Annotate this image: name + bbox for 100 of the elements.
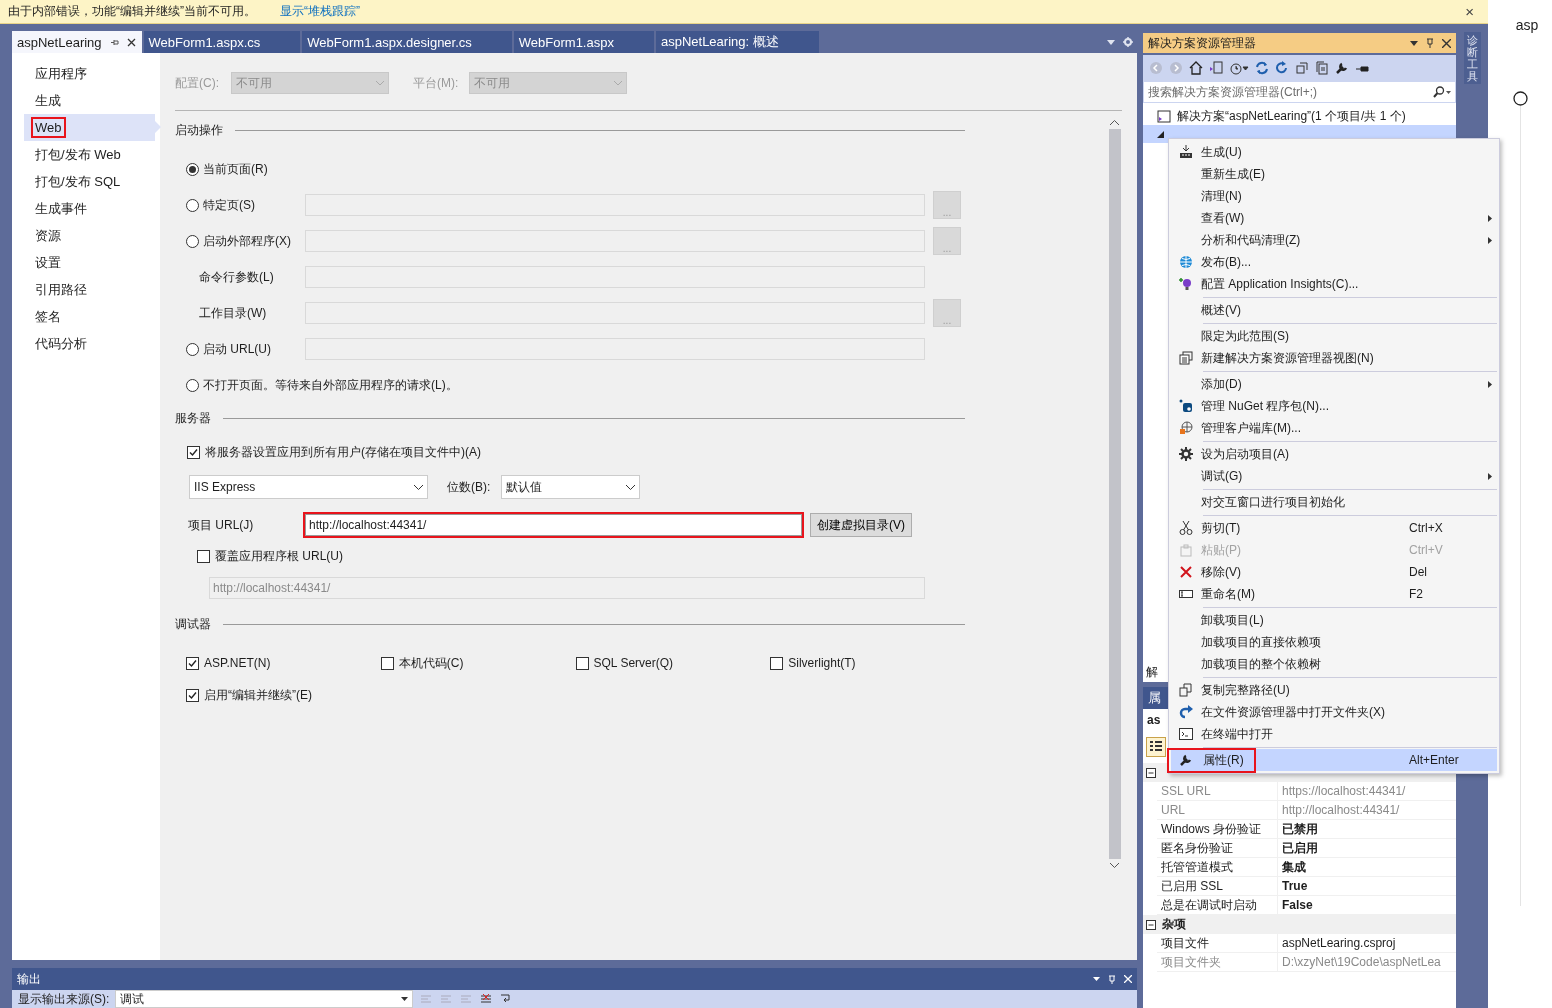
menu-item[interactable]: 管理 NuGet 程序包(N)... (1171, 395, 1497, 417)
menu-item[interactable]: 限定为此范围(S) (1171, 325, 1497, 347)
menu-item[interactable]: 配置 Application Insights(C)... (1171, 273, 1497, 295)
document-tab[interactable]: aspNetLearing (12, 31, 142, 53)
close-icon[interactable] (1442, 38, 1451, 48)
wrench-icon (1179, 753, 1193, 767)
menu-item[interactable]: 新建解决方案资源管理器视图(N) (1171, 347, 1497, 369)
menu-item[interactable]: 查看(W) (1171, 207, 1497, 229)
menu-item[interactable]: 在终端中打开 (1171, 723, 1497, 745)
nav-item[interactable]: 签名 (24, 303, 155, 330)
property-value[interactable]: 已启用 (1278, 839, 1456, 857)
menu-item[interactable]: 卸载项目(L) (1171, 609, 1497, 631)
create-directory-button[interactable]: 创建虚拟目录(V) (810, 513, 912, 537)
document-tab[interactable]: WebForm1.aspx (513, 31, 654, 53)
dropdown[interactable]: 调试 (115, 990, 414, 1008)
switch-views-icon[interactable] (1209, 61, 1223, 75)
property-value[interactable]: https://localhost:44341/ (1278, 782, 1456, 800)
pin-icon[interactable] (1426, 38, 1434, 48)
nav-item[interactable]: 应用程序 (24, 60, 155, 87)
radio-button[interactable] (186, 378, 199, 392)
property-value[interactable]: 集成 (1278, 858, 1456, 876)
side-tab[interactable]: 诊断工具 (1463, 32, 1481, 85)
document-tab[interactable]: WebForm1.aspx.designer.cs (302, 31, 512, 53)
category-row[interactable]: 杂项 (1143, 915, 1456, 934)
settings-icon[interactable] (1123, 37, 1133, 47)
nav-item[interactable]: 设置 (24, 249, 155, 276)
dropdown-icon[interactable] (1107, 39, 1115, 45)
clear-icon[interactable] (479, 994, 494, 1004)
categorized-icon[interactable] (1146, 737, 1166, 757)
menu-item[interactable]: 管理客户端库(M)... (1171, 417, 1497, 439)
dropdown[interactable]: IIS Express (189, 475, 428, 499)
menu-item[interactable]: 发布(B)... (1171, 251, 1497, 273)
wrench-icon[interactable] (1335, 61, 1349, 75)
checkbox[interactable] (186, 688, 199, 702)
menu-item[interactable]: 剪切(T) Ctrl+X (1171, 517, 1497, 539)
property-value[interactable]: http://localhost:44341/ (1278, 801, 1456, 819)
close-icon[interactable] (126, 37, 136, 47)
menu-item[interactable]: 复制完整路径(U) (1171, 679, 1497, 701)
menu-item[interactable]: 在文件资源管理器中打开文件夹(X) (1171, 701, 1497, 723)
menu-item[interactable]: 加载项目的整个依赖树 (1171, 653, 1497, 675)
menu-item[interactable]: 生成(U) (1171, 141, 1497, 163)
menu-item[interactable]: 设为启动项目(A) (1171, 443, 1497, 465)
sync-icon[interactable] (1255, 61, 1269, 75)
property-value[interactable]: 已禁用 (1278, 820, 1456, 838)
menu-item[interactable]: 添加(D) (1171, 373, 1497, 395)
menu-item[interactable]: 分析和代码清理(Z) (1171, 229, 1497, 251)
pin-icon[interactable] (109, 37, 119, 47)
checkbox[interactable] (186, 656, 199, 670)
menu-item[interactable]: 重新生成(E) (1171, 163, 1497, 185)
dropdown-icon[interactable] (1410, 40, 1418, 46)
nav-item[interactable]: Web (24, 114, 161, 141)
search-icon[interactable] (1433, 86, 1451, 98)
search-field[interactable]: 搜索解决方案资源管理器(Ctrl+;) (1143, 81, 1456, 103)
nav-item[interactable]: 打包/发布 SQL (24, 168, 155, 195)
radio-button[interactable] (186, 234, 199, 248)
url-field[interactable]: http://localhost:44341/ (305, 514, 802, 536)
property-value[interactable]: aspNetLearing.csproj (1278, 934, 1456, 952)
nav-item[interactable]: 引用路径 (24, 276, 155, 303)
tree-row[interactable]: 解决方案“aspNetLearing”(1 个项目/共 1 个) (1143, 107, 1456, 125)
expanded-arrow-icon[interactable] (1157, 130, 1164, 138)
menu-item[interactable]: 对交互窗口进行项目初始化 (1171, 491, 1497, 513)
property-name: Windows 身份验证 (1157, 820, 1278, 838)
checkbox[interactable] (380, 656, 394, 670)
property-value[interactable]: False (1278, 896, 1456, 914)
stack-trace-link[interactable]: 显示“堆栈跟踪” (280, 3, 360, 20)
document-tab[interactable]: aspNetLearing: 概述 (655, 31, 819, 53)
menu-item[interactable]: 调试(G) (1171, 465, 1497, 487)
history-icon[interactable] (1229, 61, 1249, 75)
tree-label: 解决方案“aspNetLearing”(1 个项目/共 1 个) (1177, 107, 1406, 125)
nav-item[interactable]: 资源 (24, 222, 155, 249)
nav-item[interactable]: 代码分析 (24, 330, 155, 357)
collapse-box-icon[interactable] (1146, 919, 1156, 930)
nav-item[interactable]: 打包/发布 Web (24, 141, 155, 168)
close-button[interactable]: × (1459, 3, 1480, 20)
collapse-icon[interactable] (1295, 61, 1309, 75)
dropdown[interactable]: 默认值 (501, 475, 640, 499)
checkbox[interactable] (575, 656, 589, 670)
checkbox[interactable] (770, 656, 784, 670)
radio-button[interactable] (186, 162, 199, 176)
radio-button[interactable] (186, 342, 199, 356)
property-value[interactable]: True (1278, 877, 1456, 895)
nav-item[interactable]: 生成事件 (24, 195, 155, 222)
copy-pages-icon[interactable] (1315, 61, 1329, 75)
menu-item[interactable]: 清理(N) (1171, 185, 1497, 207)
checkbox[interactable] (187, 445, 200, 459)
document-tab[interactable]: WebForm1.aspx.cs (143, 31, 301, 53)
menu-item[interactable]: 加载项目的直接依赖项 (1171, 631, 1497, 653)
menu-item[interactable]: 移除(V) Del (1171, 561, 1497, 583)
property-value[interactable]: D:\xzyNet\19Code\aspNetLea (1278, 953, 1456, 971)
radio-label: 启动 URL(U) (203, 340, 271, 358)
checkbox[interactable] (197, 549, 210, 563)
radio-button[interactable] (186, 198, 199, 212)
dropdown-icon[interactable] (1093, 977, 1100, 981)
menu-item[interactable]: 概述(V) (1171, 299, 1497, 321)
nav-item[interactable]: 生成 (24, 87, 155, 114)
home-icon[interactable] (1189, 61, 1203, 75)
collapse-box-icon[interactable] (1146, 767, 1156, 778)
panel-title: 解决方案资源管理器 (1148, 34, 1256, 52)
refresh-icon[interactable] (1275, 61, 1289, 75)
menu-item[interactable]: 重命名(M) F2 (1171, 583, 1497, 605)
